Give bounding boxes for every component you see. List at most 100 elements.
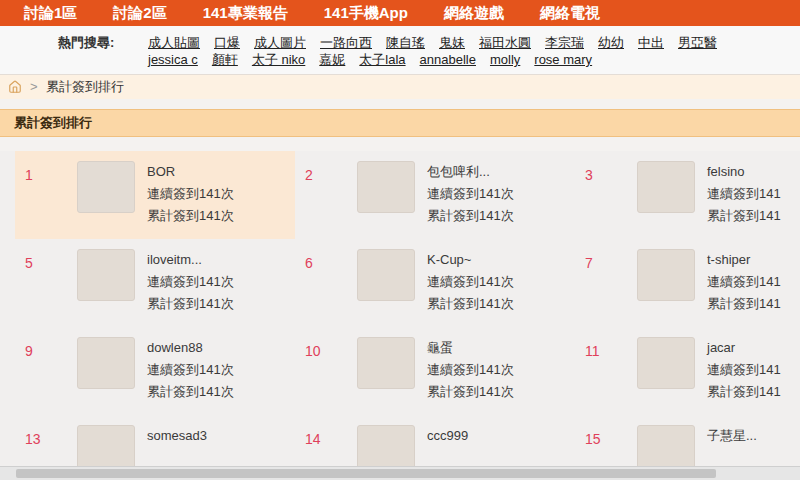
breadcrumb: >累計簽到排行 — [0, 75, 800, 99]
checkin-count: 連續簽到141次 — [427, 183, 514, 205]
rank-number: 15 — [575, 425, 637, 450]
rank-number: 5 — [15, 249, 77, 274]
hot-search-link[interactable]: 李宗瑞 — [545, 34, 584, 51]
hot-search-link[interactable]: 一路向西 — [320, 34, 372, 51]
page: 討論1區討論2區141專業報告141手機App網絡遊戲網絡電視熱門搜尋:成人貼圖… — [0, 0, 800, 480]
avatar[interactable] — [77, 425, 135, 466]
checkin-count: 累計簽到141次 — [427, 293, 514, 315]
avatar[interactable] — [637, 337, 695, 389]
avatar[interactable] — [357, 337, 415, 389]
rank-number: 14 — [295, 425, 357, 450]
rank-item[interactable]: 5iloveitm...連續簽到141次累計簽到141次 — [15, 239, 295, 327]
user-name[interactable]: somesad3 — [147, 425, 207, 447]
rank-item[interactable]: 9 dowlen88連續簽到141次累計簽到141次 — [15, 327, 295, 415]
section-header: 累計簽到排行 — [0, 109, 800, 137]
ranking-grid: 1BOR連續簽到141次累計簽到141次2包包啤利...連續簽到141次累計簽到… — [0, 151, 800, 466]
horizontal-scrollbar[interactable] — [0, 466, 800, 480]
hot-search-link[interactable]: 幼幼 — [598, 34, 624, 51]
checkin-count: 累計簽到141次 — [147, 205, 234, 227]
hot-search-link[interactable]: 成人貼圖 — [148, 34, 200, 51]
checkin-count: 累計簽到141 — [707, 293, 781, 315]
user-name[interactable]: K-Cup~ — [427, 249, 514, 271]
hot-search-link[interactable]: 顏軒 — [212, 51, 238, 68]
rank-item[interactable]: 1 BOR連續簽到141次累計簽到141次 — [15, 151, 295, 239]
nav-item[interactable]: 141手機App — [324, 2, 408, 25]
hot-search-link[interactable]: rose mary — [534, 51, 592, 68]
avatar[interactable] — [77, 161, 135, 213]
avatar[interactable] — [357, 425, 415, 466]
rank-item[interactable]: 6 K-Cup~連續簽到141次累計簽到141次 — [295, 239, 575, 327]
rank-number: 10 — [295, 337, 357, 362]
rank-item[interactable]: 7 t-shiper連續簽到141累計簽到141 — [575, 239, 800, 327]
hot-search-link[interactable]: molly — [490, 51, 520, 68]
rank-item[interactable]: 10 龜蛋連續簽到141次累計簽到141次 — [295, 327, 575, 415]
scrollbar-thumb[interactable] — [16, 469, 716, 478]
user-name[interactable]: iloveitm... — [147, 249, 234, 271]
rank-number: 11 — [575, 337, 637, 362]
rank-item[interactable]: 3felsino連續簽到141累計簽到141 — [575, 151, 800, 239]
rank-item[interactable]: 11 jacar連續簽到141累計簽到141 — [575, 327, 800, 415]
checkin-count: 累計簽到141次 — [427, 205, 514, 227]
nav-item[interactable]: 討論2區 — [113, 2, 166, 25]
checkin-count: 連續簽到141 — [707, 359, 781, 381]
user-name[interactable]: 龜蛋 — [427, 337, 514, 359]
avatar[interactable] — [637, 425, 695, 466]
avatar[interactable] — [637, 249, 695, 301]
avatar[interactable] — [77, 337, 135, 389]
top-nav: 討論1區 討論2區 141專業報告 141手機App 網絡遊戲 網絡電視 — [0, 0, 800, 26]
avatar[interactable] — [357, 161, 415, 213]
hot-search: 熱門搜尋:成人貼圖口爆成人圖片一路向西陳自瑤鬼妹福田水圓李宗瑞幼幼中出男亞醫 je… — [0, 26, 800, 75]
user-name[interactable]: dowlen88 — [147, 337, 234, 359]
user-name[interactable]: ccc999 — [427, 425, 468, 447]
checkin-count: 累計簽到141次 — [427, 381, 514, 403]
breadcrumb-separator: > — [30, 77, 38, 97]
hot-search-link[interactable]: 太子lala — [359, 51, 405, 68]
checkin-count: 累計簽到141 — [707, 381, 781, 403]
avatar[interactable] — [637, 161, 695, 213]
hot-search-link[interactable]: 中出 — [638, 34, 664, 51]
rank-item[interactable]: 13 somesad3 — [15, 415, 295, 466]
checkin-count: 連續簽到141 — [707, 271, 781, 293]
checkin-count: 連續簽到141次 — [427, 359, 514, 381]
user-name[interactable]: t-shiper — [707, 249, 781, 271]
rank-number: 9 — [15, 337, 77, 362]
avatar[interactable] — [357, 249, 415, 301]
hot-search-link[interactable]: 成人圖片 — [254, 34, 306, 51]
rank-number: 2 — [295, 161, 357, 186]
nav-item[interactable]: 141專業報告 — [203, 2, 288, 25]
rank-number: 6 — [295, 249, 357, 274]
checkin-count: 連續簽到141次 — [427, 271, 514, 293]
hot-search-link[interactable]: 太子 niko — [252, 51, 305, 68]
rank-number: 3 — [575, 161, 637, 186]
user-name[interactable]: 包包啤利... — [427, 161, 514, 183]
checkin-count: 累計簽到141 — [707, 205, 781, 227]
hot-search-label: 熱門搜尋: — [58, 34, 148, 51]
rank-number: 7 — [575, 249, 637, 274]
nav-item[interactable]: 討論1區 — [24, 2, 77, 25]
rank-item[interactable]: 2 包包啤利...連續簽到141次累計簽到141次 — [295, 151, 575, 239]
avatar[interactable] — [77, 249, 135, 301]
checkin-count: 連續簽到141次 — [147, 359, 234, 381]
rank-number: 1 — [15, 161, 77, 186]
user-name[interactable]: jacar — [707, 337, 781, 359]
user-name[interactable]: felsino — [707, 161, 781, 183]
hot-search-link[interactable]: 口爆 — [214, 34, 240, 51]
hot-search-link[interactable]: 嘉妮 — [319, 51, 345, 68]
hot-search-link[interactable]: annabelle — [420, 51, 476, 68]
hot-search-link[interactable]: 男亞醫 — [678, 34, 717, 51]
checkin-count: 連續簽到141次 — [147, 183, 234, 205]
hot-search-link[interactable]: jessica c — [148, 51, 198, 68]
nav-item[interactable]: 網絡電視 — [540, 2, 600, 25]
nav-item[interactable]: 網絡遊戲 — [444, 2, 504, 25]
hot-search-link[interactable]: 福田水圓 — [479, 34, 531, 51]
hot-search-link[interactable]: 陳自瑤 — [386, 34, 425, 51]
hot-search-link[interactable]: 鬼妹 — [439, 34, 465, 51]
rank-item[interactable]: 14 ccc999 — [295, 415, 575, 466]
user-name[interactable]: BOR — [147, 161, 234, 183]
checkin-count: 累計簽到141次 — [147, 381, 234, 403]
home-icon[interactable] — [8, 80, 22, 94]
user-name[interactable]: 子慧星... — [707, 425, 757, 447]
rank-number: 13 — [15, 425, 77, 450]
checkin-count: 累計簽到141次 — [147, 293, 234, 315]
rank-item[interactable]: 15 子慧星... — [575, 415, 800, 466]
